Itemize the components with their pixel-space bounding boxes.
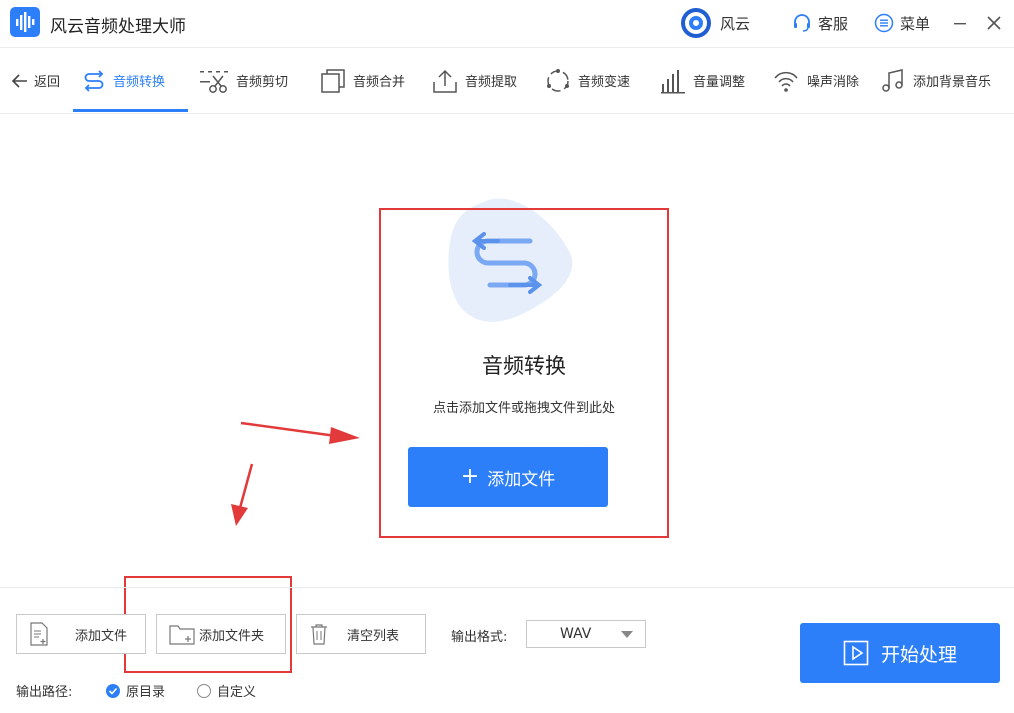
- arrow-left-icon: [11, 73, 27, 88]
- merge-icon: [321, 68, 345, 93]
- bottom-divider: [0, 587, 1014, 588]
- output-format-label: 输出格式:: [451, 630, 508, 645]
- tab-add-bgm[interactable]: 添加背景音乐: [880, 48, 991, 113]
- radio-label: 原目录: [126, 685, 166, 700]
- radio-checked-icon: [106, 683, 120, 698]
- tab-audio-convert[interactable]: 音频转换: [82, 48, 165, 113]
- radio-unchecked-icon: [197, 683, 211, 698]
- user-name: 风云: [720, 14, 751, 33]
- output-format-value: WAV: [560, 626, 592, 642]
- headset-icon: [794, 14, 810, 32]
- highlight-box-drop-area: [379, 208, 669, 538]
- folder-add-icon: [169, 625, 195, 645]
- tab-label: 音量调整: [693, 75, 746, 90]
- user-avatar-icon: [681, 8, 711, 38]
- app-logo-icon: [10, 7, 40, 37]
- clear-list-label: 清空列表: [347, 628, 400, 644]
- chevron-down-icon: [621, 631, 633, 638]
- back-label: 返回: [34, 75, 61, 90]
- minimize-icon: [954, 23, 966, 25]
- tab-label: 音频变速: [578, 75, 631, 90]
- output-format-select[interactable]: WAV: [526, 620, 646, 648]
- minimize-button[interactable]: [952, 8, 968, 38]
- convert-icon: [84, 69, 104, 92]
- tool-bar: 返回 音频转换 音频剪切 音频合并 音频提取 音频变速 音量调整 噪声消除 添加…: [0, 48, 1014, 114]
- title-bar: 风云音频处理大师 风云 客服 菜单: [0, 0, 1014, 48]
- radio-custom-dir[interactable]: 自定义: [197, 681, 256, 700]
- list-menu-icon: [874, 13, 894, 33]
- trash-icon: [311, 624, 327, 645]
- file-add-icon: [30, 622, 48, 646]
- clear-list-button[interactable]: 清空列表: [296, 614, 426, 654]
- tab-label: 添加背景音乐: [913, 75, 992, 90]
- tab-audio-extract[interactable]: 音频提取: [432, 48, 517, 113]
- service-button[interactable]: 客服: [792, 8, 848, 38]
- output-path-label: 输出路径:: [16, 685, 73, 700]
- menu-label: 菜单: [900, 14, 931, 33]
- tab-audio-speed[interactable]: 音频变速: [545, 48, 630, 113]
- menu-button[interactable]: 菜单: [874, 8, 930, 38]
- app-title: 风云音频处理大师: [50, 17, 186, 37]
- volume-bars-icon: [661, 69, 685, 93]
- scissors-icon: [200, 70, 228, 93]
- play-icon: [843, 640, 869, 666]
- tab-label: 音频转换: [113, 75, 166, 90]
- annotation-arrow-right: [240, 421, 360, 444]
- radio-original-dir[interactable]: 原目录: [106, 681, 165, 700]
- add-file-button[interactable]: 添加文件: [16, 614, 146, 654]
- service-label: 客服: [818, 14, 849, 33]
- close-icon: [987, 16, 1001, 30]
- tab-audio-cut[interactable]: 音频剪切: [199, 48, 288, 113]
- active-tab-indicator: [73, 109, 188, 112]
- annotation-arrow-down: [231, 463, 254, 526]
- tab-audio-merge[interactable]: 音频合并: [320, 48, 405, 113]
- tab-volume-adjust[interactable]: 音量调整: [660, 48, 745, 113]
- start-processing-label: 开始处理: [880, 643, 957, 666]
- start-processing-button[interactable]: 开始处理: [800, 623, 1000, 683]
- extract-icon: [433, 69, 457, 93]
- back-button[interactable]: 返回: [10, 48, 60, 113]
- user-account[interactable]: 风云: [680, 8, 750, 38]
- add-folder-label: 添加文件夹: [199, 628, 265, 644]
- music-note-icon: [882, 68, 903, 92]
- speed-icon: [547, 68, 569, 92]
- tab-label: 音频剪切: [236, 75, 289, 90]
- tab-label: 音频提取: [465, 75, 518, 90]
- noise-icon: [774, 71, 798, 92]
- add-folder-button[interactable]: 添加文件夹: [156, 614, 286, 654]
- tab-noise-removal[interactable]: 噪声消除: [772, 48, 859, 113]
- add-file-label: 添加文件: [75, 628, 128, 644]
- radio-label: 自定义: [217, 685, 257, 700]
- tab-label: 音频合并: [353, 75, 406, 90]
- tab-label: 噪声消除: [807, 75, 860, 90]
- close-button[interactable]: [986, 8, 1002, 38]
